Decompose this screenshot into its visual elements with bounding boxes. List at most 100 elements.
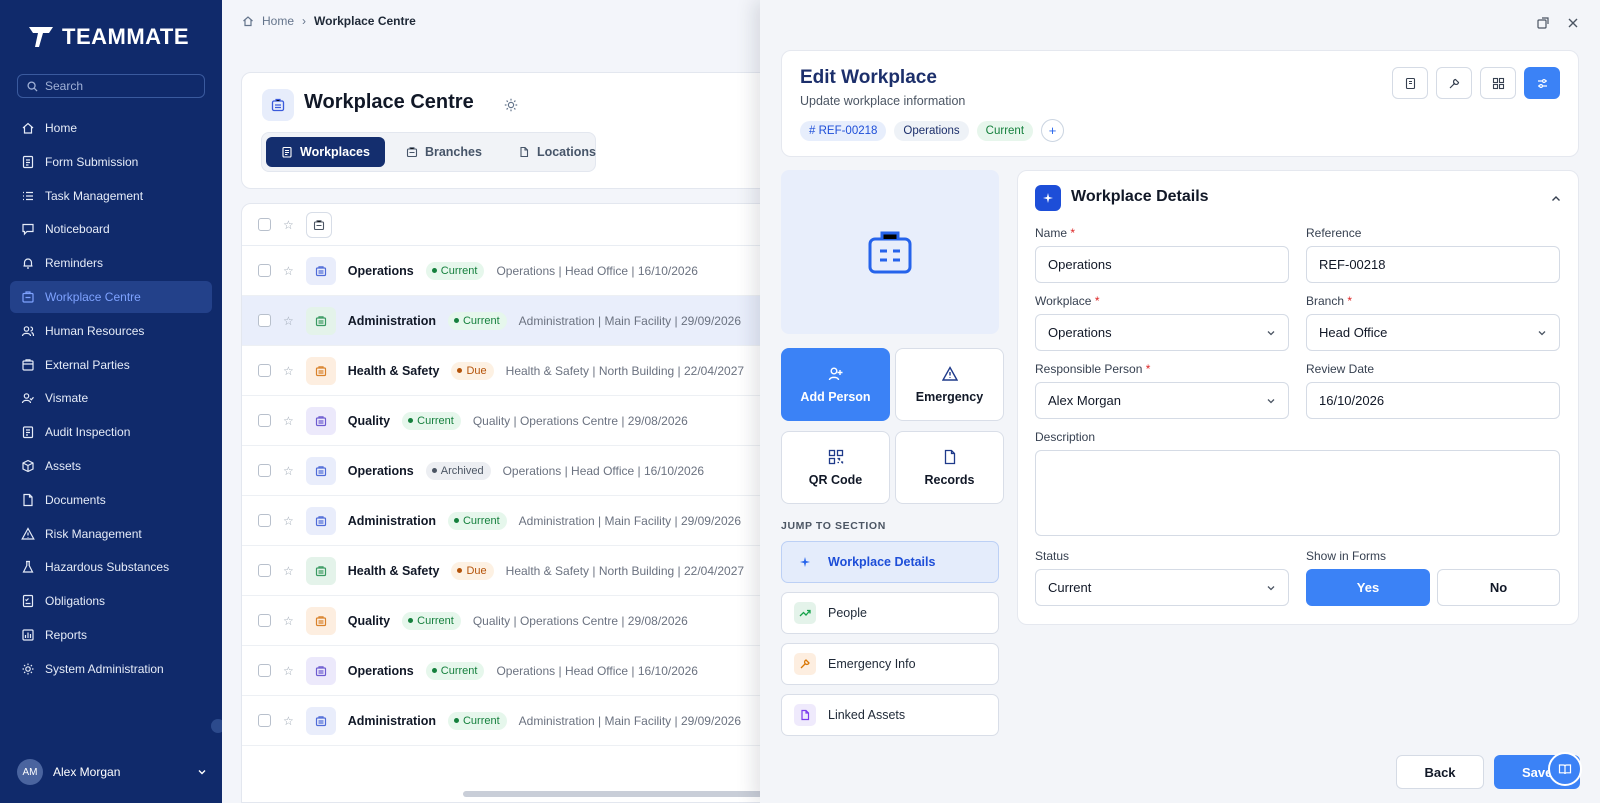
sidebar-item-workplace-centre[interactable]: Workplace Centre bbox=[10, 280, 212, 313]
row-checkbox[interactable] bbox=[258, 664, 271, 677]
row-checkbox[interactable] bbox=[258, 564, 271, 577]
table-row[interactable]: ☆ Health & Safety Due Health & Safety | Nor… bbox=[242, 546, 780, 596]
show-in-forms-yes-button[interactable]: Yes bbox=[1306, 569, 1430, 606]
sidebar-item-documents[interactable]: Documents bbox=[10, 484, 212, 516]
responsible-person-select[interactable]: Alex Morgan bbox=[1035, 382, 1289, 419]
star-icon[interactable]: ☆ bbox=[283, 514, 294, 528]
workplace-select[interactable]: Operations bbox=[1035, 314, 1289, 351]
sidebar-item-task-management[interactable]: Task Management bbox=[10, 180, 212, 212]
status-select[interactable]: Current bbox=[1035, 569, 1289, 606]
star-icon[interactable]: ☆ bbox=[283, 614, 294, 628]
row-checkbox[interactable] bbox=[258, 364, 271, 377]
panel-window-controls bbox=[1536, 16, 1580, 30]
tab-branches[interactable]: Branches bbox=[391, 137, 497, 167]
tab-locations[interactable]: Locations bbox=[503, 137, 611, 167]
records-button[interactable]: Records bbox=[895, 431, 1004, 504]
table-row[interactable]: ☆ Operations Current Operations | Head Offi… bbox=[242, 246, 780, 296]
row-checkbox[interactable] bbox=[258, 264, 271, 277]
add-tag-button[interactable]: + bbox=[1041, 119, 1065, 142]
close-icon[interactable] bbox=[1566, 16, 1580, 30]
breadcrumb-home[interactable]: Home bbox=[262, 14, 294, 28]
star-icon[interactable]: ☆ bbox=[283, 314, 294, 328]
table-row[interactable]: ☆ Operations Current Operations | Head Offi… bbox=[242, 646, 780, 696]
star-icon[interactable]: ☆ bbox=[283, 564, 294, 578]
sidebar-item-hazardous-substances[interactable]: Hazardous Substances bbox=[10, 551, 212, 583]
avatar: AM bbox=[17, 759, 43, 785]
table-row[interactable]: ☆ Administration Current Administration | M… bbox=[242, 496, 780, 546]
table-row[interactable]: ☆ Health & Safety Due Health & Safety | Nor… bbox=[242, 346, 780, 396]
column-type-icon[interactable] bbox=[305, 211, 332, 238]
qr-code-button[interactable]: QR Code bbox=[781, 431, 890, 504]
select-all-checkbox[interactable] bbox=[258, 218, 271, 231]
jump-people[interactable]: People bbox=[781, 592, 999, 634]
review-date-input[interactable]: 16/10/2026 bbox=[1306, 382, 1560, 419]
row-name: Health & Safety bbox=[347, 563, 440, 578]
app-name: TEAMMATE bbox=[62, 24, 190, 49]
sidebar-item-label: Hazardous Substances bbox=[45, 560, 170, 575]
sidebar-item-obligations[interactable]: Obligations bbox=[10, 585, 212, 617]
star-icon[interactable]: ☆ bbox=[283, 364, 294, 378]
help-book-button[interactable] bbox=[1548, 752, 1582, 786]
star-icon[interactable]: ☆ bbox=[283, 218, 294, 232]
sidebar-item-assets[interactable]: Assets bbox=[10, 450, 212, 482]
table-row[interactable]: ☆ Administration Current Administration | M… bbox=[242, 296, 780, 346]
sidebar-item-risk-management[interactable]: Risk Management bbox=[10, 518, 212, 550]
row-checkbox[interactable] bbox=[258, 414, 271, 427]
settings-sun-icon[interactable] bbox=[504, 98, 518, 112]
tab-workplaces[interactable]: Workplaces bbox=[266, 137, 385, 167]
star-icon[interactable]: ☆ bbox=[283, 464, 294, 478]
app-logo[interactable]: TEAMMATE bbox=[28, 24, 189, 50]
table-row[interactable]: ☆ Quality Current Quality | Operations Cent… bbox=[242, 596, 780, 646]
search-placeholder: Search bbox=[45, 79, 84, 93]
workplace-icon bbox=[305, 506, 336, 535]
star-icon[interactable]: ☆ bbox=[283, 664, 294, 678]
row-checkbox[interactable] bbox=[258, 464, 271, 477]
sidebar-item-noticeboard[interactable]: Noticeboard bbox=[10, 213, 212, 245]
name-input[interactable]: Operations bbox=[1035, 246, 1289, 283]
star-icon[interactable]: ☆ bbox=[283, 414, 294, 428]
header-actions bbox=[1392, 67, 1560, 99]
sidebar-item-home[interactable]: Home bbox=[10, 112, 212, 144]
sidebar-item-human-resources[interactable]: Human Resources bbox=[10, 315, 212, 347]
jump-workplace-details[interactable]: Workplace Details bbox=[781, 541, 999, 583]
description-textarea[interactable] bbox=[1035, 450, 1560, 536]
table-row[interactable]: ☆ Operations Archived Operations | Head Off… bbox=[242, 446, 780, 496]
sidebar-item-reports[interactable]: Reports bbox=[10, 619, 212, 651]
sidebar-search[interactable]: Search bbox=[17, 74, 205, 98]
expand-icon[interactable] bbox=[1536, 16, 1550, 30]
back-button[interactable]: Back bbox=[1396, 755, 1484, 789]
table-row[interactable]: ☆ Administration Current Administration | M… bbox=[242, 696, 780, 746]
filter-settings-button[interactable] bbox=[1524, 67, 1560, 99]
add-person-button[interactable]: Add Person bbox=[781, 348, 890, 421]
emergency-button[interactable]: Emergency bbox=[895, 348, 1004, 421]
show-in-forms-no-button[interactable]: No bbox=[1437, 569, 1560, 606]
sidebar-item-vismate[interactable]: Vismate bbox=[10, 382, 212, 414]
trend-icon bbox=[794, 602, 816, 624]
jump-emergency-info[interactable]: Emergency Info bbox=[781, 643, 999, 685]
grid-view-button[interactable] bbox=[1480, 67, 1516, 99]
notes-button[interactable] bbox=[1392, 67, 1428, 99]
tools-button[interactable] bbox=[1436, 67, 1472, 99]
row-checkbox[interactable] bbox=[258, 314, 271, 327]
row-checkbox[interactable] bbox=[258, 614, 271, 627]
reference-input[interactable]: REF-00218 bbox=[1306, 246, 1560, 283]
star-icon[interactable]: ☆ bbox=[283, 714, 294, 728]
sidebar-item-form-submission[interactable]: Form Submission bbox=[10, 146, 212, 178]
sidebar-item-audit-inspection[interactable]: Audit Inspection bbox=[10, 416, 212, 448]
flask-icon bbox=[22, 561, 34, 573]
table-row[interactable]: ☆ Quality Current Quality | Operations Cent… bbox=[242, 396, 780, 446]
workplace-image-placeholder[interactable] bbox=[781, 170, 999, 334]
jump-linked-assets[interactable]: Linked Assets bbox=[781, 694, 999, 736]
user-menu[interactable]: AM Alex Morgan bbox=[17, 759, 207, 785]
sidebar-item-label: Documents bbox=[45, 492, 106, 507]
row-checkbox[interactable] bbox=[258, 714, 271, 727]
sidebar-item-external-parties[interactable]: External Parties bbox=[10, 349, 212, 381]
star-icon[interactable]: ☆ bbox=[283, 264, 294, 278]
row-checkbox[interactable] bbox=[258, 514, 271, 527]
status-chip: Current bbox=[976, 120, 1034, 141]
branch-select[interactable]: Head Office bbox=[1306, 314, 1560, 351]
sidebar-item-system-administration[interactable]: System Administration bbox=[10, 653, 212, 685]
row-name: Quality bbox=[347, 413, 391, 428]
chevron-up-icon[interactable] bbox=[1550, 193, 1562, 205]
sidebar-item-reminders[interactable]: Reminders bbox=[10, 247, 212, 279]
